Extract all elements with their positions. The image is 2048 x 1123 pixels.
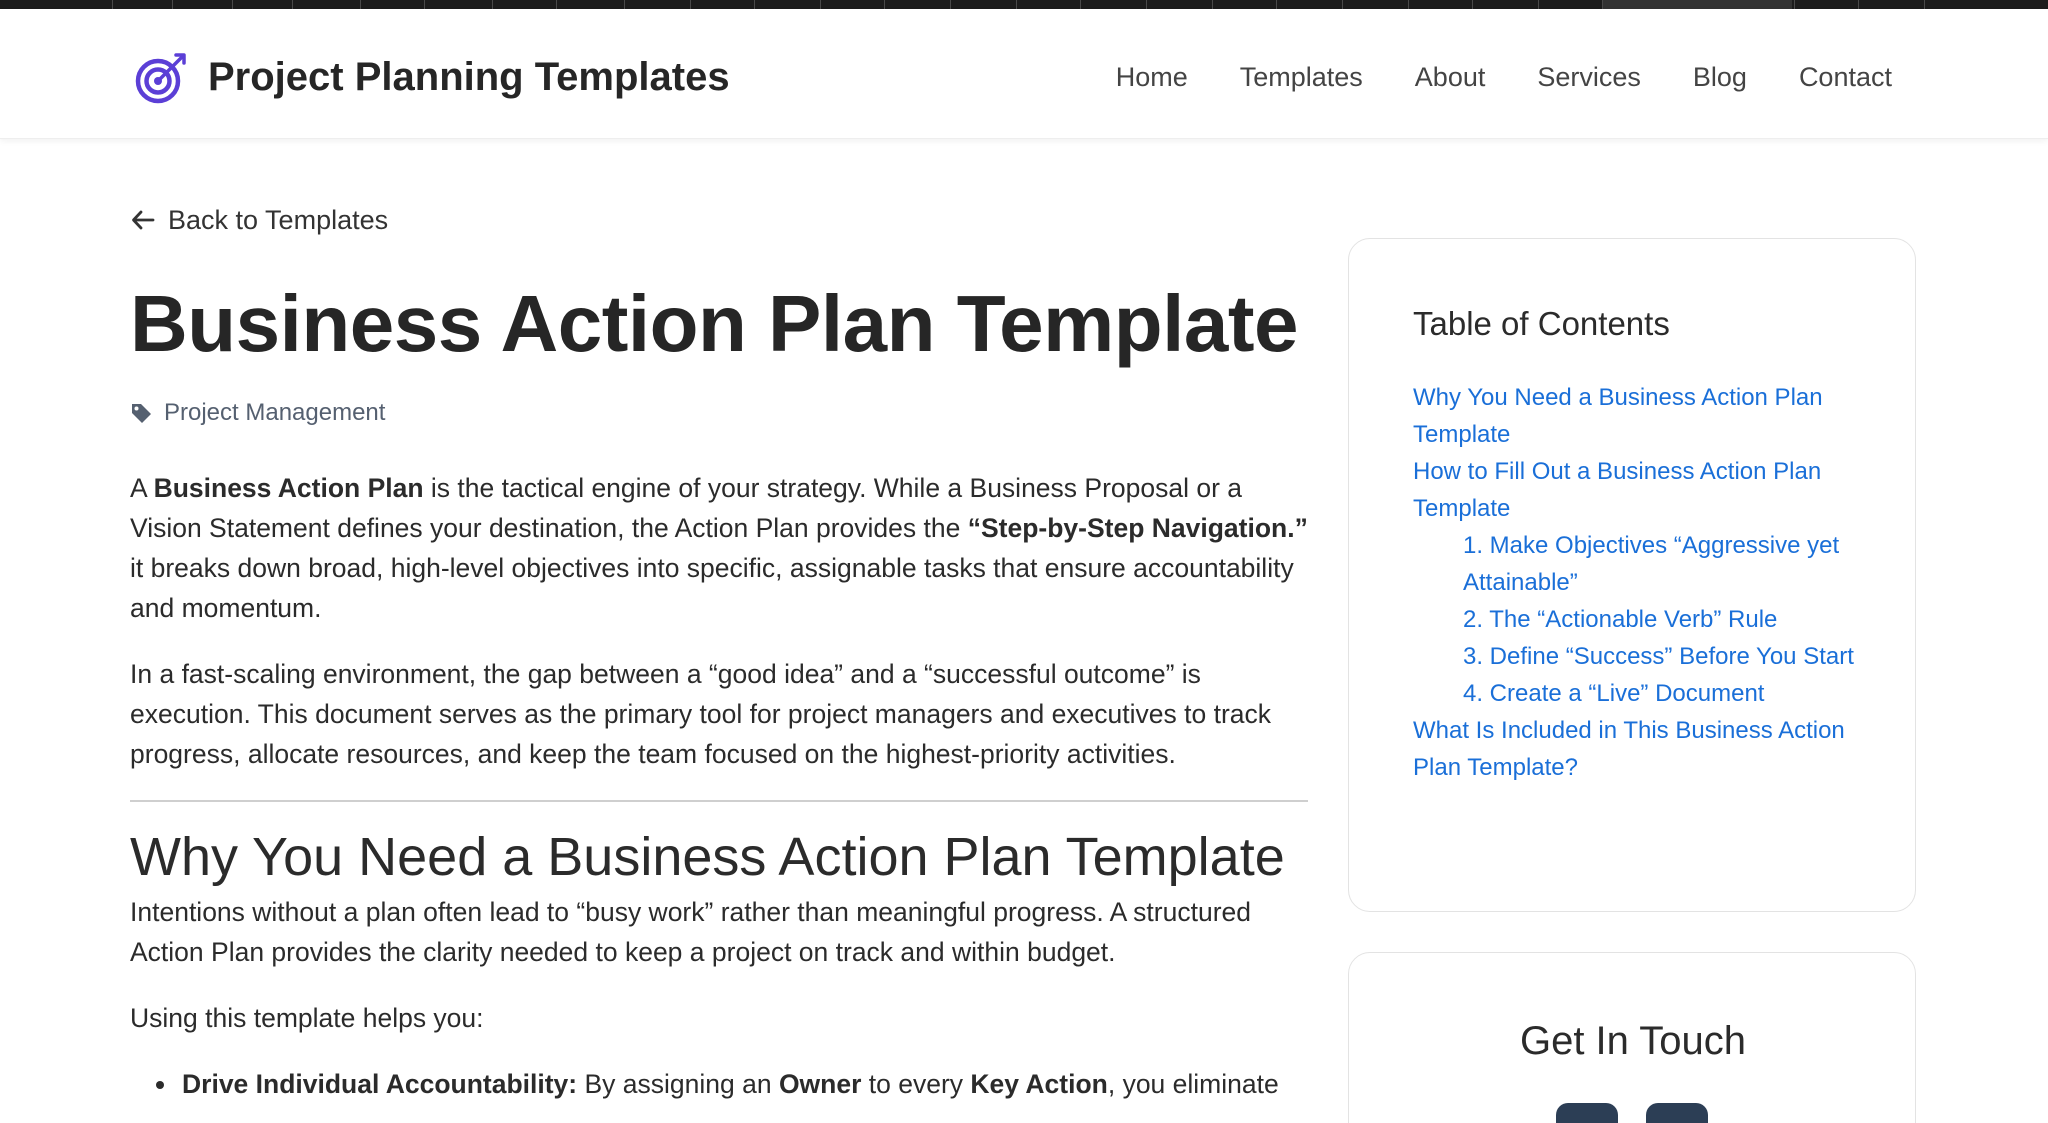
site-title[interactable]: Project Planning Templates [208,49,730,105]
page-title: Business Action Plan Template [130,279,1299,368]
nav-home[interactable]: Home [1116,57,1188,97]
toc-link-step-4[interactable]: 4. Create a “Live” Document [1413,675,1873,712]
social-icon[interactable] [1646,1103,1708,1123]
back-link-label: Back to Templates [168,205,389,235]
tag-icon [132,404,151,423]
browser-top-strip [0,0,2048,9]
toc-link-how[interactable]: How to Fill Out a Business Action Plan T… [1413,453,1873,527]
toc-list: Why You Need a Business Action Plan Temp… [1413,379,1873,786]
back-to-templates-link[interactable]: Back to Templates [130,202,388,238]
nav-templates[interactable]: Templates [1240,57,1363,97]
get-in-touch-card: Get In Touch [1348,952,1916,1123]
nav-services[interactable]: Services [1537,57,1641,97]
intro-paragraph-1: A Business Action Plan is the tactical e… [130,473,1308,623]
section-paragraph-2: Using this template helps you: [130,1003,484,1033]
toc-link-step-2[interactable]: 2. The “Actionable Verb” Rule [1413,601,1873,638]
main-nav: Home Templates About Services Blog Conta… [1116,57,1892,97]
toc-title: Table of Contents [1413,305,1670,342]
toc-link-step-3[interactable]: 3. Define “Success” Before You Start [1413,638,1873,675]
nav-about[interactable]: About [1415,57,1486,97]
intro-paragraph-2: In a fast-scaling environment, the gap b… [130,659,1272,769]
nav-contact[interactable]: Contact [1799,57,1892,97]
article-body: A Business Action Plan is the tactical e… [130,468,1310,1104]
list-item: Drive Individual Accountability: By assi… [152,1064,1310,1104]
table-of-contents: Table of Contents Why You Need a Busines… [1348,238,1916,912]
benefits-list: Drive Individual Accountability: By assi… [130,1064,1310,1104]
toc-link-why[interactable]: Why You Need a Business Action Plan Temp… [1413,379,1873,453]
toc-link-included[interactable]: What Is Included in This Business Action… [1413,712,1873,786]
arrow-left-icon [132,210,155,230]
social-icon[interactable] [1556,1103,1618,1123]
section-heading-why: Why You Need a Business Action Plan Temp… [130,827,1285,887]
category-label: Project Management [164,399,386,426]
category-tag[interactable]: Project Management [130,396,385,430]
target-arrow-icon[interactable] [134,49,190,105]
section-divider [130,800,1308,802]
nav-blog[interactable]: Blog [1693,57,1747,97]
site-header: Project Planning Templates Home Template… [0,9,2048,139]
section-paragraph-1: Intentions without a plan often lead to … [130,897,1251,967]
get-in-touch-title: Get In Touch [1519,1019,1747,1063]
toc-link-step-1[interactable]: 1. Make Objectives “Aggressive yet Attai… [1413,527,1873,601]
